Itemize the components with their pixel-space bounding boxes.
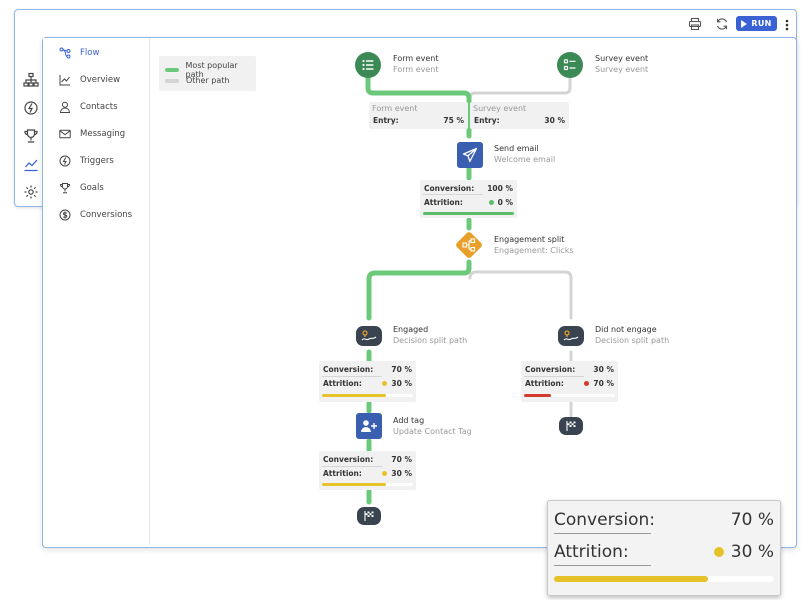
email-stats: Conversion: 100 % Attrition: 0 % xyxy=(420,180,517,218)
node-title: Engagement split xyxy=(494,235,565,244)
paper-plane-icon xyxy=(462,147,478,163)
attrition-value-wrap: 70 % xyxy=(584,379,614,388)
add-user-icon xyxy=(361,420,377,432)
conversion-value: 100 % xyxy=(487,184,513,193)
not-engaged-stats: Conversion: 30 % Attrition: 70 % xyxy=(521,361,618,402)
conversion-value: 70 % xyxy=(730,510,774,530)
node-title: Add tag xyxy=(393,416,425,425)
divider xyxy=(554,565,651,566)
divider xyxy=(322,376,382,378)
divider xyxy=(423,194,483,196)
entry-head: Form event xyxy=(372,104,418,113)
node-subtitle: Update Contact Tag xyxy=(393,427,472,436)
status-dot xyxy=(382,471,388,476)
progress-track xyxy=(322,394,413,397)
progress-track xyxy=(322,483,413,486)
attrition-label: Attrition: xyxy=(554,542,629,562)
exit-node-not-engaged[interactable] xyxy=(559,417,583,435)
divider xyxy=(554,533,651,534)
entry-value: 75 % xyxy=(443,116,464,125)
node-title: Send email xyxy=(494,144,539,153)
finish-flag-icon xyxy=(364,511,374,521)
finish-flag-icon xyxy=(566,421,576,431)
attrition-value: 70 % xyxy=(593,379,614,388)
node-title: Engaged xyxy=(393,325,429,334)
attrition-value: 30 % xyxy=(391,379,412,388)
node-title: Form event xyxy=(393,54,439,63)
attrition-value: 30 % xyxy=(730,542,774,562)
conversion-label: Conversion: xyxy=(424,184,475,193)
add-tag-node[interactable] xyxy=(356,413,382,439)
node-subtitle: Engagement: Clicks xyxy=(494,246,574,255)
node-subtitle: Decision split path xyxy=(595,336,670,345)
conversion-value: 70 % xyxy=(391,365,412,374)
list-icon xyxy=(362,59,374,71)
attrition-label: Attrition: xyxy=(424,198,463,207)
status-dot xyxy=(713,547,724,557)
engaged-node[interactable] xyxy=(356,326,382,346)
attrition-value-wrap: 30 % xyxy=(713,542,774,562)
node-subtitle: Survey event xyxy=(595,65,649,74)
entry-label: Entry: xyxy=(373,116,399,125)
progress-fill xyxy=(554,576,708,582)
attrition-label: Attrition: xyxy=(525,379,564,388)
status-dot xyxy=(488,200,494,205)
conversion-label: Conversion: xyxy=(525,365,576,374)
decision-path-icon xyxy=(563,330,579,341)
attrition-value-wrap: 30 % xyxy=(382,379,412,388)
node-subtitle: Decision split path xyxy=(393,336,468,345)
node-subtitle: Form event xyxy=(393,65,439,74)
status-dot xyxy=(584,381,590,386)
divider xyxy=(524,376,584,378)
attrition-label: Attrition: xyxy=(323,379,362,388)
survey-icon xyxy=(563,59,576,71)
send-email-node[interactable] xyxy=(457,142,483,168)
tag-stats: Conversion: 70 % Attrition: 30 % xyxy=(319,451,416,490)
split-icon xyxy=(462,238,476,252)
progress-fill xyxy=(322,394,386,397)
progress-fill xyxy=(322,483,386,486)
status-dot xyxy=(382,381,388,386)
entry-stat-survey: Survey event Entry: 30 % xyxy=(470,102,569,129)
node-title: Survey event xyxy=(595,54,649,63)
node-title: Did not engage xyxy=(595,325,657,334)
decision-path-icon xyxy=(361,330,377,341)
entry-label: Entry: xyxy=(474,116,500,125)
exit-node-engaged[interactable] xyxy=(357,507,381,525)
progress-track xyxy=(524,394,615,397)
entry-stat-form: Form event Entry: 75 % xyxy=(369,102,468,129)
entry-head: Survey event xyxy=(473,104,527,113)
attrition-value: 0 % xyxy=(497,198,513,207)
attrition-label: Attrition: xyxy=(323,469,362,478)
conversion-value: 30 % xyxy=(593,365,614,374)
entry-value: 30 % xyxy=(544,116,565,125)
conversion-label: Conversion: xyxy=(323,455,374,464)
attrition-value-wrap: 30 % xyxy=(382,469,412,478)
conversion-label: Conversion: xyxy=(554,510,656,530)
progress-fill xyxy=(423,212,514,215)
engaged-stats: Conversion: 70 % Attrition: 30 % xyxy=(319,361,416,402)
progress-fill xyxy=(524,394,552,397)
zoomed-stats-callout: Conversion: 70 % Attrition: 30 % xyxy=(547,500,781,596)
survey-event-node[interactable] xyxy=(557,52,583,78)
form-event-node[interactable] xyxy=(355,52,381,78)
progress-track xyxy=(423,212,514,215)
conversion-label: Conversion: xyxy=(323,365,374,374)
attrition-value: 30 % xyxy=(391,469,412,478)
attrition-value-wrap: 0 % xyxy=(488,198,513,207)
node-subtitle: Welcome email xyxy=(494,155,556,164)
conversion-value: 70 % xyxy=(391,455,412,464)
not-engaged-node[interactable] xyxy=(558,326,584,346)
divider xyxy=(322,466,382,468)
progress-track xyxy=(554,576,774,582)
